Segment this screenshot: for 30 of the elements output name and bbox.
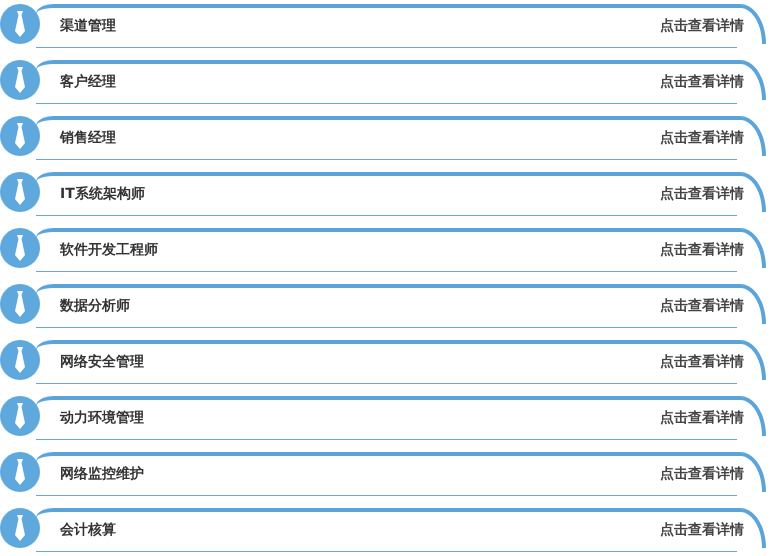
details-link[interactable]: 点击查看详情 xyxy=(660,520,744,540)
details-link[interactable]: 点击查看详情 xyxy=(660,408,744,428)
item-title: 客户经理 xyxy=(60,72,116,92)
tie-icon xyxy=(13,291,27,317)
tie-icon xyxy=(13,235,27,261)
item-title: 数据分析师 xyxy=(60,296,130,316)
tie-icon xyxy=(13,123,27,149)
tie-icon xyxy=(13,459,27,485)
tie-icon xyxy=(13,67,27,93)
details-link[interactable]: 点击查看详情 xyxy=(660,464,744,484)
item-title: 销售经理 xyxy=(60,128,116,148)
details-link[interactable]: 点击查看详情 xyxy=(660,240,744,260)
item-title: 网络监控维护 xyxy=(60,464,144,484)
details-link[interactable]: 点击查看详情 xyxy=(660,296,744,316)
tie-icon xyxy=(13,403,27,429)
details-link[interactable]: 点击查看详情 xyxy=(660,72,744,92)
tie-icon xyxy=(13,347,27,373)
item-title: 渠道管理 xyxy=(60,16,116,36)
item-title: 网络安全管理 xyxy=(60,352,144,372)
details-link[interactable]: 点击查看详情 xyxy=(660,352,744,372)
item-title: IT系统架构师 xyxy=(60,184,145,204)
tie-icon xyxy=(13,179,27,205)
tie-icon xyxy=(13,11,27,37)
item-title: 软件开发工程师 xyxy=(60,240,158,260)
item-title: 会计核算 xyxy=(60,520,116,540)
details-link[interactable]: 点击查看详情 xyxy=(660,128,744,148)
item-title: 动力环境管理 xyxy=(60,408,144,428)
details-link[interactable]: 点击查看详情 xyxy=(660,184,744,204)
details-link[interactable]: 点击查看详情 xyxy=(660,16,744,36)
tie-icon xyxy=(13,515,27,541)
